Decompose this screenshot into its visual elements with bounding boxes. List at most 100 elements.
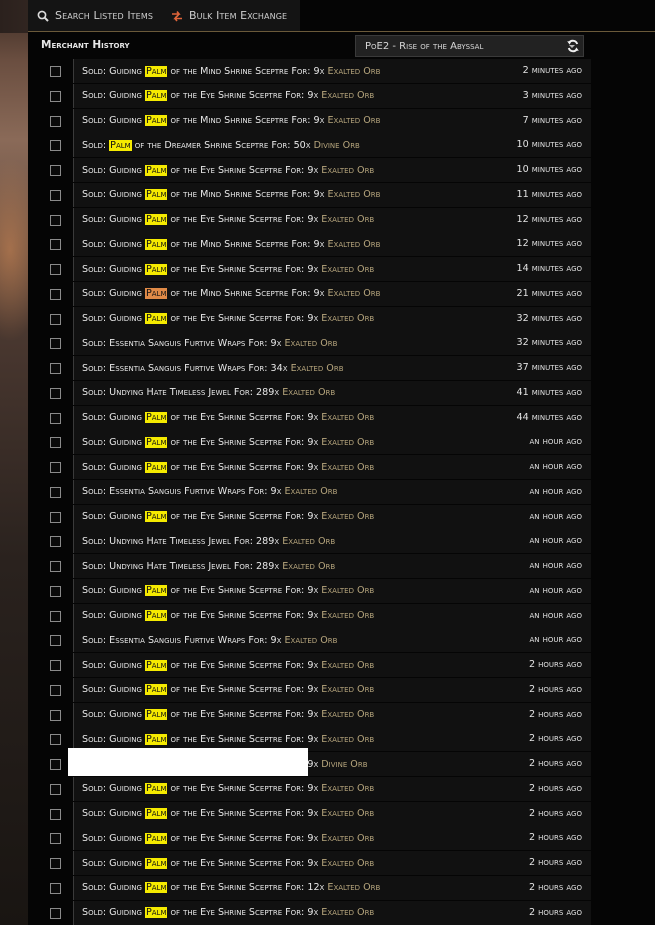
- league-select[interactable]: PoE2 - Rise of the Abyssal: [355, 35, 584, 57]
- sale-entry[interactable]: Sold: Guiding Palm of the Eye Shrine Sce…: [73, 826, 591, 851]
- sale-text: Sold: Guiding Palm of the Eye Shrine Sce…: [82, 882, 380, 894]
- search-highlight: Palm: [144, 214, 168, 225]
- sale-text-suffix: of the Eye Shrine Sceptre For: 9x: [167, 684, 322, 696]
- row-checkbox[interactable]: [50, 90, 61, 102]
- history-row: Sold: Guiding Palm of the Eye Shrine Sce…: [28, 83, 655, 108]
- row-checkbox[interactable]: [50, 66, 61, 77]
- sale-text: Sold: Essentia Sanguis Furtive Wraps For…: [82, 635, 337, 646]
- sale-entry[interactable]: Sold: Essentia Sanguis Furtive Wraps For…: [73, 628, 591, 653]
- row-checkbox[interactable]: [50, 783, 61, 795]
- row-checkbox[interactable]: [50, 833, 61, 845]
- sale-entry[interactable]: Sold: Undying Hate Timeless Jewel For: 2…: [73, 380, 591, 405]
- row-checkbox[interactable]: [50, 660, 61, 671]
- sale-entry[interactable]: Sold: Guiding Palm of the Eye Shrine Sce…: [73, 306, 591, 331]
- row-checkbox[interactable]: [50, 140, 61, 152]
- sale-text: Sold: Guiding Palm of the Eye Shrine Sce…: [82, 461, 374, 473]
- sale-entry[interactable]: Sold: Guiding Palm of the Mind Shrine Sc…: [73, 232, 591, 257]
- currency-name: Exalted Orb: [321, 164, 375, 176]
- sale-entry[interactable]: Sold: Guiding Palm of the Eye Shrine Sce…: [73, 83, 591, 108]
- sale-entry[interactable]: Sold: Guiding Palm of the Eye Shrine Sce…: [73, 776, 591, 801]
- sale-text: Sold: Guiding Palm of the Mind Shrine Sc…: [82, 65, 380, 77]
- row-checkbox[interactable]: [50, 610, 61, 622]
- row-checkbox[interactable]: [50, 585, 61, 597]
- row-checkbox[interactable]: [50, 214, 61, 226]
- row-checkbox[interactable]: [50, 462, 61, 473]
- sale-entry[interactable]: Sold: Palm of the Dreamer Shrine Sceptre…: [73, 133, 591, 158]
- sale-entry[interactable]: Sold: Essentia Sanguis Furtive Wraps For…: [73, 356, 591, 380]
- search-listed-items-button[interactable]: Search Listed Items: [28, 0, 162, 31]
- title-divider: [28, 31, 655, 32]
- sale-entry[interactable]: Sold: Guiding Palm of the Eye Shrine Sce…: [73, 578, 591, 603]
- sale-entry[interactable]: Sold: Guiding Palm of the Eye Shrine Sce…: [73, 653, 591, 677]
- sale-text-prefix: Sold: Guiding: [82, 313, 145, 324]
- row-checkbox[interactable]: [50, 882, 61, 894]
- currency-name: Exalted Orb: [321, 659, 375, 671]
- sale-entry[interactable]: Sold: Guiding Palm of the Eye Shrine Sce…: [73, 405, 591, 430]
- sale-entry[interactable]: Sold: Guiding Palm of the Eye Shrine Sce…: [73, 257, 591, 281]
- row-checkbox[interactable]: [50, 165, 61, 176]
- row-checkbox[interactable]: [50, 288, 61, 300]
- sale-entry[interactable]: Sold: Undying Hate Timeless Jewel For: 2…: [73, 529, 591, 554]
- row-checkbox[interactable]: [50, 684, 61, 696]
- row-checkbox[interactable]: [50, 239, 61, 251]
- currency-name: Exalted Orb: [321, 436, 375, 448]
- sale-entry[interactable]: Sold: Guiding Palm of the Mind Shrine Sc…: [73, 108, 591, 133]
- sale-entry[interactable]: Sold: Guiding Palm of the Eye Shrine Sce…: [73, 207, 591, 232]
- row-checkbox[interactable]: [50, 907, 61, 919]
- history-row: Sold: Guiding Palm of the Mind Shrine Sc…: [28, 232, 655, 257]
- row-checkbox[interactable]: [50, 561, 61, 572]
- row-checkbox[interactable]: [50, 759, 61, 770]
- sale-entry[interactable]: Sold: Guiding Palm of the Eye Shrine Sce…: [73, 801, 591, 826]
- sale-entry[interactable]: Sold: Guiding Palm of the Eye Shrine Sce…: [73, 158, 591, 182]
- row-checkbox[interactable]: [50, 363, 61, 374]
- row-checkbox[interactable]: [50, 189, 61, 201]
- currency-name: Exalted Orb: [327, 115, 381, 126]
- row-checkbox[interactable]: [50, 486, 61, 498]
- row-checkbox[interactable]: [50, 808, 61, 820]
- row-checkbox[interactable]: [50, 338, 61, 350]
- sale-text: Sold: Guiding Palm of the Mind Shrine Sc…: [82, 238, 380, 250]
- sale-entry[interactable]: Sold: Guiding Palm of the Eye Shrine Sce…: [73, 900, 591, 925]
- sale-entry[interactable]: Sold: Guiding Palm of the Eye Shrine Sce…: [73, 875, 591, 900]
- row-checkbox[interactable]: [50, 313, 61, 325]
- sale-entry[interactable]: Sold: Guiding Palm of the Eye Shrine Sce…: [73, 851, 591, 875]
- refresh-button[interactable]: [566, 38, 580, 57]
- row-checkbox[interactable]: [50, 412, 61, 424]
- bulk-item-exchange-button[interactable]: Bulk Item Exchange: [162, 0, 296, 31]
- sale-entry[interactable]: Sold: Guiding Palm of the Eye Shrine Sce…: [73, 504, 591, 529]
- sale-text: Sold: Undying Hate Timeless Jewel For: 2…: [82, 561, 335, 572]
- row-checkbox[interactable]: [50, 635, 61, 647]
- sale-entry[interactable]: Sold: Undying Hate Timeless Jewel For: 2…: [73, 554, 591, 578]
- sale-entry[interactable]: Sold: Essentia Sanguis Furtive Wraps For…: [73, 479, 591, 504]
- row-checkbox[interactable]: [50, 536, 61, 548]
- sale-text-prefix: Sold: Essentia Sanguis Furtive Wraps For…: [82, 634, 285, 646]
- row-checkbox[interactable]: [50, 709, 61, 721]
- sale-text: Sold: Undying Hate Timeless Jewel For: 2…: [82, 387, 335, 398]
- sale-entry[interactable]: Sold: Guiding Palm of the Eye Shrine Sce…: [73, 677, 591, 702]
- search-highlight: Palm: [144, 90, 168, 102]
- league-select-value: PoE2 - Rise of the Abyssal: [365, 40, 484, 52]
- row-checkbox[interactable]: [50, 511, 61, 523]
- sale-entry[interactable]: Sold: Guiding Palm of the Mind Shrine Sc…: [73, 59, 591, 83]
- sale-entry[interactable]: Sold: Guiding Palm of the Eye Shrine Sce…: [73, 455, 591, 479]
- sale-text-prefix: Sold: Guiding: [82, 610, 145, 621]
- sale-entry[interactable]: Sold: Guiding Palm of the Eye Shrine Sce…: [73, 430, 591, 455]
- row-checkbox[interactable]: [50, 115, 61, 127]
- row-checkbox[interactable]: [50, 264, 61, 275]
- sale-entry[interactable]: Sold: Guiding Palm of the Mind Shrine Sc…: [73, 182, 591, 207]
- sale-entry[interactable]: Sold: Guiding Palm of the Eye Shrine Sce…: [73, 603, 591, 628]
- sale-entry[interactable]: Sold: Guiding Palm of the Eye Shrine Sce…: [73, 702, 591, 727]
- sale-entry[interactable]: Sold: Essentia Sanguis Furtive Wraps For…: [73, 331, 591, 356]
- row-checkbox[interactable]: [50, 734, 61, 746]
- history-row: Sold: Guiding Palm of the Eye Shrine Sce…: [28, 405, 655, 430]
- row-checkbox[interactable]: [50, 437, 61, 449]
- sale-entry[interactable]: Sold: Guiding Palm of the Mind Shrine Sc…: [73, 281, 591, 306]
- sale-text-prefix: Sold: Essentia Sanguis Furtive Wraps For…: [82, 362, 291, 374]
- currency-name: Exalted Orb: [321, 684, 375, 696]
- currency-name: Exalted Orb: [284, 486, 338, 498]
- sale-timestamp: 2 hours ago: [528, 708, 582, 720]
- currency-name: Exalted Orb: [321, 585, 375, 597]
- row-checkbox[interactable]: [50, 387, 61, 399]
- sale-timestamp: 14 minutes ago: [516, 263, 582, 274]
- row-checkbox[interactable]: [50, 858, 61, 869]
